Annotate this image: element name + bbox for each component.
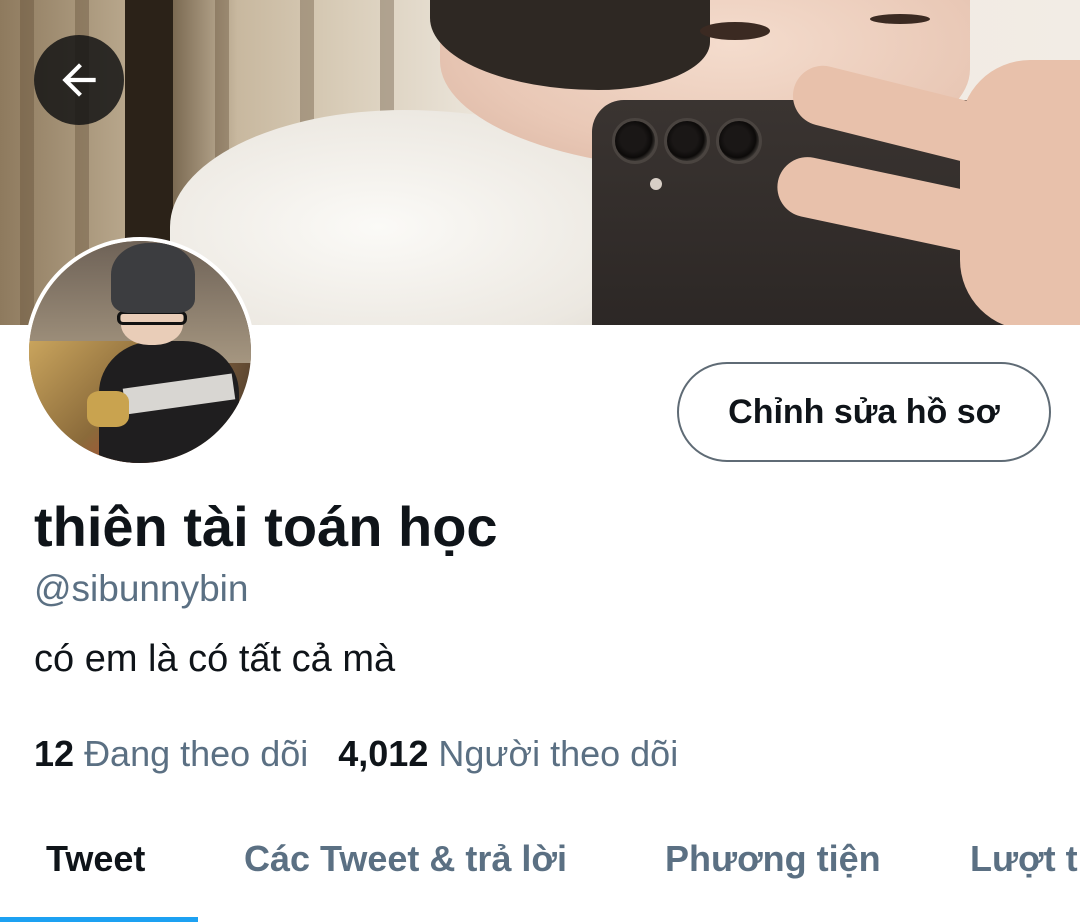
profile-bio: có em là có tất cả mà (34, 638, 396, 680)
profile-tabs: Tweet Các Tweet & trả lời Phương tiện Lư… (0, 808, 1080, 922)
banner-camera-lens (664, 118, 710, 164)
banner-camera-lens (612, 118, 658, 164)
followers-count: 4,012 (338, 733, 429, 774)
tab-tweets[interactable]: Tweet (46, 838, 145, 880)
profile-page: Chỉnh sửa hồ sơ thiên tài toán học @sibu… (0, 0, 1080, 922)
display-name: thiên tài toán học (34, 495, 498, 558)
avatar[interactable] (25, 237, 255, 467)
arrow-left-icon (62, 63, 96, 97)
back-button[interactable] (34, 35, 124, 125)
active-tab-indicator (0, 917, 198, 922)
avatar-food (87, 391, 129, 427)
username-handle: @sibunnybin (34, 568, 249, 609)
tab-media[interactable]: Phương tiện (665, 838, 881, 880)
followers-link[interactable]: 4,012 Người theo dõi (338, 733, 678, 775)
following-count: 12 (34, 733, 75, 774)
banner-camera-lens (716, 118, 762, 164)
avatar-glasses (117, 311, 187, 325)
banner-hand (960, 60, 1080, 325)
banner-eye (700, 22, 770, 40)
tab-tweets-and-replies[interactable]: Các Tweet & trả lời (244, 838, 567, 880)
tab-likes[interactable]: Lượt thích (970, 838, 1080, 880)
followers-label: Người theo dõi (438, 733, 679, 774)
banner-eye (870, 14, 930, 24)
following-label: Đang theo dõi (84, 733, 309, 774)
banner-camera-flash (650, 178, 662, 190)
edit-profile-button[interactable]: Chỉnh sửa hồ sơ (677, 362, 1051, 462)
following-link[interactable]: 12 Đang theo dõi (34, 733, 308, 775)
follow-stats: 12 Đang theo dõi 4,012 Người theo dõi (34, 733, 678, 775)
avatar-beanie (111, 243, 195, 313)
